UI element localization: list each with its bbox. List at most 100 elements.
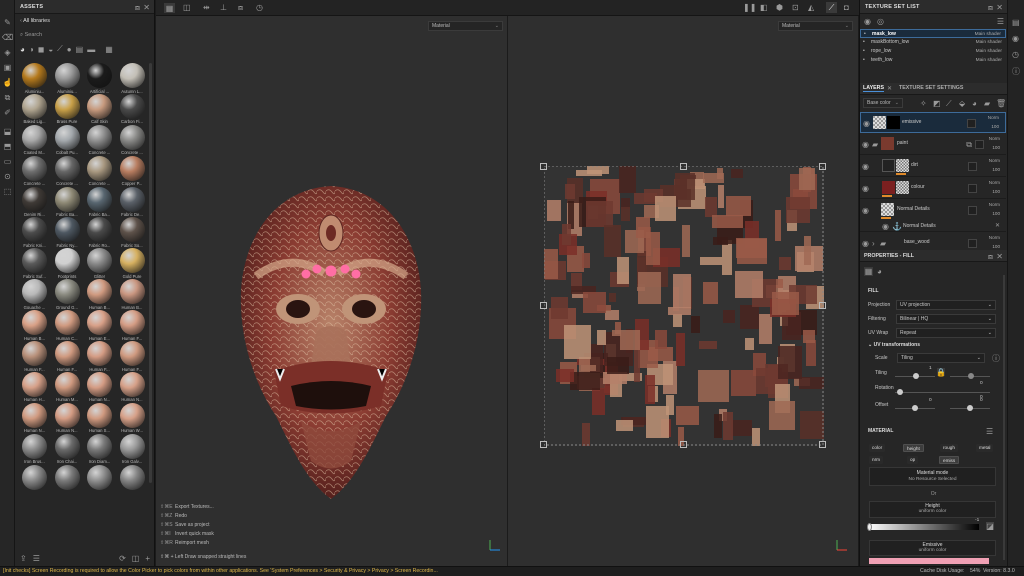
3d-view-icon[interactable]: ⬢: [776, 3, 783, 12]
asset-tile[interactable]: Human N...: [19, 402, 50, 434]
channel-emiss[interactable]: emiss: [939, 456, 960, 464]
transform-handle[interactable]: [680, 441, 687, 448]
asset-tile[interactable]: Denim Ri...: [19, 186, 50, 218]
material-mode-box[interactable]: Material mode No Resource Selected: [869, 467, 996, 486]
library-breadcrumb[interactable]: ‹ All libraries: [20, 18, 50, 24]
asset-tile[interactable]: Human F...: [117, 341, 148, 372]
tiling-slider-2[interactable]: [950, 373, 990, 379]
paint-brush-icon[interactable]: ✎: [3, 18, 12, 27]
channel-metal[interactable]: metal: [976, 444, 994, 452]
layer-checkbox[interactable]: [975, 140, 984, 149]
bake-icon[interactable]: ⬓: [3, 127, 12, 136]
eye-icon[interactable]: ◉: [862, 206, 869, 215]
close-icon[interactable]: ✕: [995, 222, 1000, 229]
asset-tile[interactable]: Concrete ...: [52, 155, 83, 187]
transform-handle[interactable]: [680, 163, 687, 170]
asset-tile[interactable]: Gouache ...: [19, 279, 50, 310]
asset-tile[interactable]: Artificial ...: [84, 63, 115, 94]
asset-tile[interactable]: Carbon Fi...: [117, 93, 148, 125]
layer-checkbox[interactable]: [968, 239, 977, 248]
sphere-filter-icon[interactable]: ●: [67, 45, 72, 54]
asset-tile[interactable]: Human C...: [52, 310, 83, 341]
asset-tile[interactable]: Copper P...: [117, 155, 148, 187]
channel-color[interactable]: color: [869, 444, 886, 452]
asset-tile[interactable]: Fabric Ro...: [84, 217, 115, 248]
asset-tile[interactable]: Calf Skin: [84, 93, 115, 125]
transform-handle[interactable]: [540, 163, 547, 170]
transform-handle[interactable]: [540, 302, 547, 309]
channel-nrm[interactable]: nrm: [869, 456, 884, 464]
box-icon[interactable]: ⬚: [3, 187, 12, 196]
asset-tile[interactable]: Aluminiu...: [19, 63, 50, 94]
layer-checkbox[interactable]: [967, 119, 976, 128]
asset-tile[interactable]: Footprints: [52, 248, 83, 279]
layout-icon[interactable]: ◫: [132, 553, 140, 563]
menu-icon[interactable]: ☰: [997, 16, 1004, 26]
close-icon[interactable]: ✕: [887, 85, 892, 92]
rotation-slider[interactable]: [895, 389, 990, 395]
asset-tile[interactable]: Human M...: [52, 371, 83, 403]
emissive-box[interactable]: Emissive uniform color: [869, 540, 996, 556]
tiling-slider[interactable]: [895, 373, 935, 379]
scale-select[interactable]: Tiling ⌄: [897, 353, 985, 363]
asset-tile[interactable]: Baked Lig...: [19, 93, 50, 125]
screenshot-icon[interactable]: ◘: [844, 3, 849, 12]
asset-tile[interactable]: [19, 464, 50, 496]
color-picker-icon[interactable]: ✐: [3, 108, 12, 117]
3d-viewport[interactable]: Material ⌄ ⇧⌘E Export Textures... ⇧⌘Z Re…: [156, 16, 507, 566]
chevron-right-icon[interactable]: ›: [872, 239, 875, 248]
uvwrap-select[interactable]: Repeat ⌄: [896, 328, 996, 338]
close-icon[interactable]: ✕: [996, 252, 1003, 261]
asset-tile[interactable]: Human F...: [117, 310, 148, 341]
asset-tile[interactable]: Human B...: [117, 279, 148, 310]
height-slider[interactable]: [867, 523, 979, 531]
transform-handle[interactable]: [819, 302, 826, 309]
layer-paint[interactable]: ◉ ▰ paint ⧉ Norm 100: [860, 134, 1006, 155]
asset-tile[interactable]: Coated M...: [19, 124, 50, 156]
asset-tile[interactable]: Human N...: [52, 402, 83, 434]
symmetry-icon[interactable]: ⇹: [203, 3, 210, 12]
layer-checkbox[interactable]: [968, 206, 977, 215]
layer-checkbox[interactable]: [968, 162, 977, 171]
close-icon[interactable]: ✕: [143, 3, 150, 12]
asset-tile[interactable]: Fabric Ba...: [84, 186, 115, 218]
status-message[interactable]: [Init checks] Screen Recording is requir…: [3, 567, 438, 576]
add-fill-layer-icon[interactable]: ⬙: [959, 99, 965, 108]
clone-icon[interactable]: ⧉: [3, 93, 12, 102]
layer-dirt[interactable]: ◉ dirt Norm 100: [860, 156, 1006, 177]
asset-tile[interactable]: Human F...: [19, 341, 50, 372]
channel-height[interactable]: height: [903, 444, 924, 452]
viewport-2d-channel-select[interactable]: Material ⌄: [778, 21, 853, 31]
asset-tile[interactable]: Concrete ...: [19, 155, 50, 187]
offset-slider-v[interactable]: [950, 405, 990, 411]
offset-slider-u[interactable]: [895, 405, 935, 411]
delete-icon[interactable]: 🗑: [996, 99, 1006, 108]
projection-icon[interactable]: ◈: [3, 48, 12, 57]
tab-texture-set-settings[interactable]: TEXTURE SET SETTINGS: [899, 85, 963, 91]
eye-icon[interactable]: ◉: [862, 140, 869, 149]
eye-icon[interactable]: ◉: [864, 16, 871, 26]
eye-icon[interactable]: ◎: [877, 16, 884, 26]
texture-set-row[interactable]: • mask_low Main shader: [860, 29, 1006, 38]
asset-tile[interactable]: Gold Pure: [117, 248, 148, 279]
asset-tile[interactable]: Human F...: [52, 341, 83, 372]
add-mask-icon[interactable]: ◩: [933, 99, 941, 108]
paint-mode-icon[interactable]: ⟋: [826, 2, 837, 13]
split-view-icon[interactable]: ◫: [183, 3, 191, 12]
asset-tile[interactable]: Iron Galv...: [117, 433, 148, 465]
asset-tile[interactable]: Concrete ...: [117, 124, 148, 156]
texture-set-row[interactable]: • maskBottom_low Main shader: [860, 38, 1006, 47]
asset-tile[interactable]: Fabric So...: [117, 217, 148, 248]
align-icon[interactable]: ⊥: [220, 3, 227, 12]
asset-tile[interactable]: [84, 464, 115, 496]
shelf-icon[interactable]: ◉: [1012, 34, 1019, 43]
pin-icon[interactable]: ⧈: [135, 3, 140, 13]
asset-tile[interactable]: Human N...: [84, 371, 115, 403]
layer-normal-details[interactable]: ◉ Normal Details Norm 100 ◉ ⚓ Normal Det…: [860, 200, 1006, 232]
asset-tile[interactable]: Iron Brus...: [19, 433, 50, 465]
transform-handle[interactable]: [819, 163, 826, 170]
eraser-icon[interactable]: ⌫: [2, 33, 13, 42]
smart-mask-filter-icon[interactable]: ◒: [48, 45, 53, 54]
display-settings-icon[interactable]: ◧: [760, 3, 768, 12]
fill-tab-icon[interactable]: ▦: [864, 267, 873, 276]
